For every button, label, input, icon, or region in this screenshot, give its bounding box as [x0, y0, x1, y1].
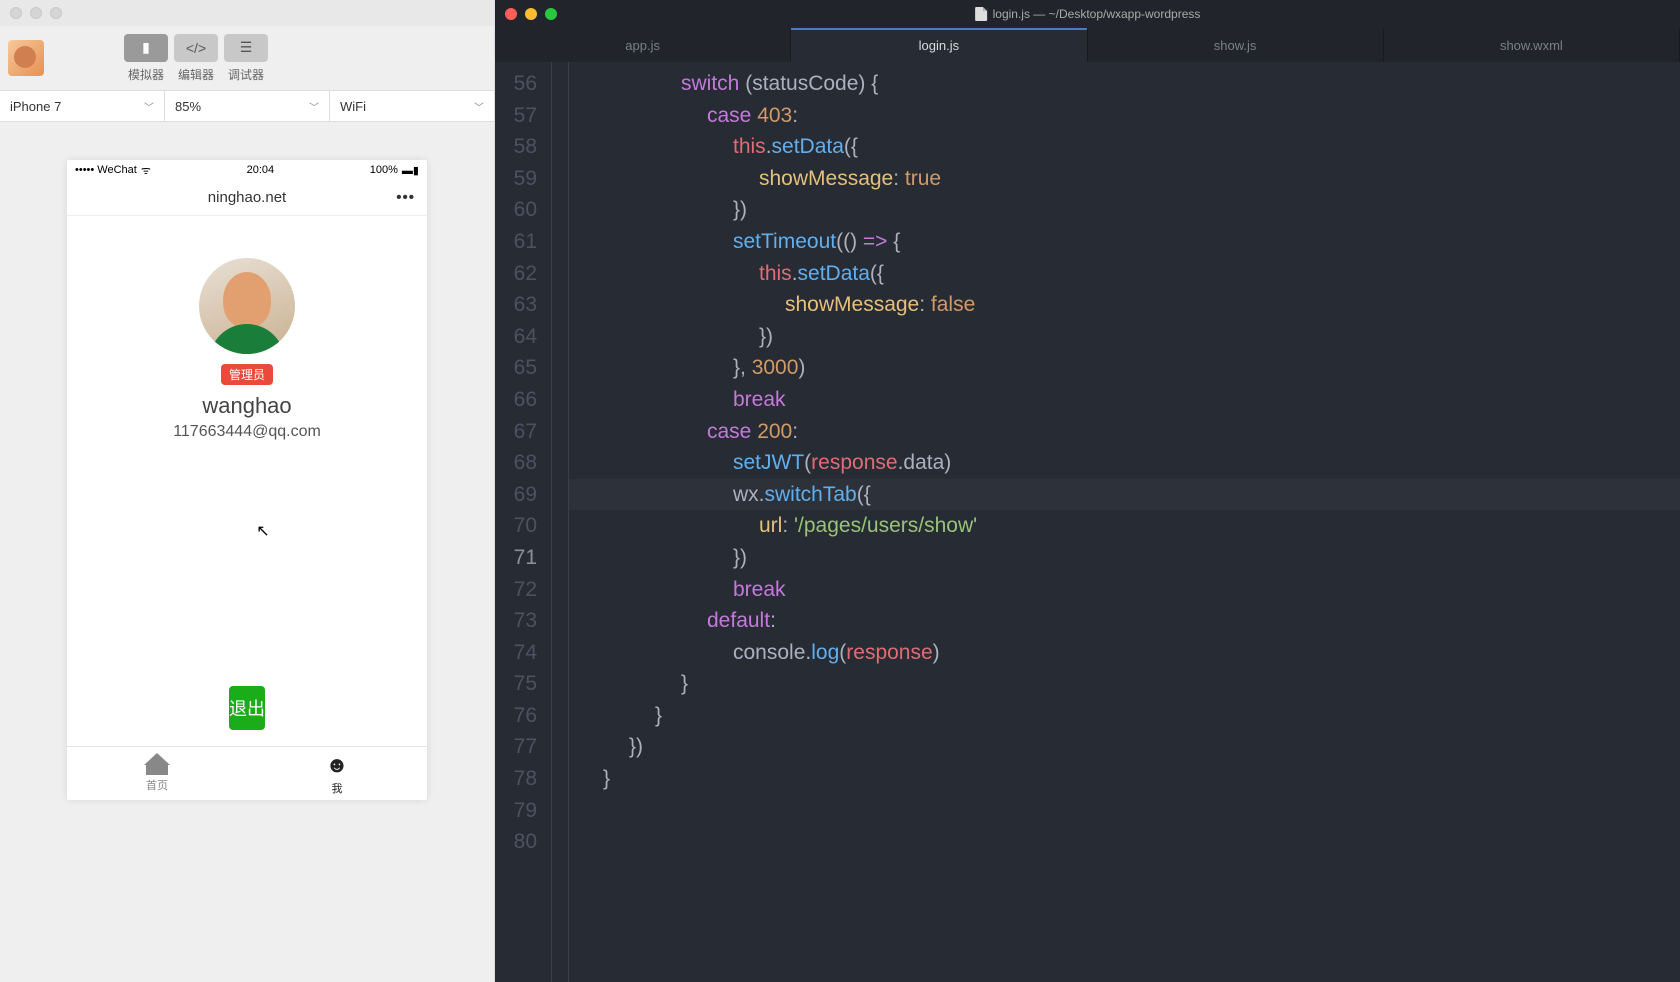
chevron-down-icon: ﹀ — [144, 99, 154, 114]
username-text: wanghao — [202, 393, 291, 419]
phone-frame: ••••• WeChat ᯤ 20:04 100% ▬▮ ninghao.net •… — [67, 160, 427, 800]
tab-me-label: 我 — [332, 780, 343, 796]
devtools-toolbar: ▮ 模拟器 </> 编辑器 ☰ 调试器 — [0, 26, 494, 90]
editor-mode-button[interactable]: </> 编辑器 — [174, 34, 218, 83]
device-select-value: iPhone 7 — [10, 99, 61, 114]
zoom-traffic-light[interactable] — [545, 8, 557, 20]
zoom-traffic-light[interactable] — [50, 7, 62, 19]
tab-home-label: 首页 — [146, 777, 168, 793]
phone-icon: ▮ — [124, 34, 168, 62]
chevron-down-icon: ﹀ — [474, 99, 484, 114]
phone-content: 管理员 wanghao 117663444@qq.com ↖ 退出 — [67, 216, 427, 746]
file-icon — [975, 7, 987, 21]
email-text: 117663444@qq.com — [173, 423, 321, 441]
code-content[interactable]: switch (statusCode) {case 403:this.setDa… — [569, 62, 1680, 982]
editor-tab-show-wxml[interactable]: show.wxml — [1384, 28, 1680, 62]
wechat-devtools-window: ▮ 模拟器 </> 编辑器 ☰ 调试器 iPhone 7 ﹀ 85% ﹀ WiFi ﹀… — [0, 0, 495, 982]
editor-tab-app-js[interactable]: app.js — [495, 28, 791, 62]
window-title: login.js — ~/Desktop/wxapp-wordpress — [975, 7, 1201, 21]
person-icon: ☻ — [325, 752, 348, 778]
close-traffic-light[interactable] — [505, 8, 517, 20]
editor-tab-show-js[interactable]: show.js — [1088, 28, 1384, 62]
debugger-label: 调试器 — [228, 66, 264, 83]
phone-nav-bar: ninghao.net ••• — [67, 180, 427, 216]
editor-label: 编辑器 — [178, 66, 214, 83]
user-avatar-thumb[interactable] — [8, 40, 44, 76]
more-icon[interactable]: ••• — [396, 189, 415, 206]
code-icon: </> — [174, 34, 218, 62]
mouse-cursor-icon: ↖ — [256, 521, 269, 541]
editor-tab-login-js[interactable]: login.js — [791, 28, 1087, 62]
network-select[interactable]: WiFi ﹀ — [330, 91, 494, 121]
role-badge: 管理员 — [221, 364, 273, 385]
chevron-down-icon: ﹀ — [309, 99, 319, 114]
wifi-icon: ᯤ — [141, 163, 151, 178]
minimize-traffic-light[interactable] — [525, 8, 537, 20]
editor-tabs: app.jslogin.jsshow.jsshow.wxml — [495, 28, 1680, 62]
window-title-text: login.js — ~/Desktop/wxapp-wordpress — [993, 7, 1201, 21]
clock-text: 20:04 — [247, 164, 275, 176]
fold-column — [551, 62, 569, 982]
logout-button[interactable]: 退出 — [229, 686, 265, 730]
user-avatar[interactable] — [199, 258, 295, 354]
debugger-mode-button[interactable]: ☰ 调试器 — [224, 34, 268, 83]
device-select[interactable]: iPhone 7 ﹀ — [0, 91, 165, 121]
home-icon — [146, 755, 168, 775]
battery-icon: ▬▮ — [402, 164, 419, 177]
simulator-mode-button[interactable]: ▮ 模拟器 — [124, 34, 168, 83]
network-select-value: WiFi — [340, 99, 366, 114]
sliders-icon: ☰ — [224, 34, 268, 62]
zoom-select[interactable]: 85% ﹀ — [165, 91, 330, 121]
code-editor[interactable]: 5657585960616263646566676869707172737475… — [495, 62, 1680, 982]
line-number-gutter: 5657585960616263646566676869707172737475… — [495, 62, 551, 982]
carrier-text: ••••• WeChat — [75, 164, 137, 176]
phone-tabbar: 首页 ☻ 我 — [67, 746, 427, 800]
tab-home[interactable]: 首页 — [67, 747, 247, 800]
battery-text: 100% — [370, 164, 398, 176]
zoom-select-value: 85% — [175, 99, 201, 114]
code-editor-window: login.js — ~/Desktop/wxapp-wordpress app… — [495, 0, 1680, 982]
simulator-viewport: ••••• WeChat ᯤ 20:04 100% ▬▮ ninghao.net •… — [0, 122, 494, 982]
simulator-label: 模拟器 — [128, 66, 164, 83]
devtools-titlebar — [0, 0, 494, 26]
phone-status-bar: ••••• WeChat ᯤ 20:04 100% ▬▮ — [67, 160, 427, 180]
close-traffic-light[interactable] — [10, 7, 22, 19]
tab-me[interactable]: ☻ 我 — [247, 747, 427, 800]
editor-titlebar: login.js — ~/Desktop/wxapp-wordpress — [495, 0, 1680, 28]
minimize-traffic-light[interactable] — [30, 7, 42, 19]
page-title: ninghao.net — [208, 189, 286, 206]
simulator-options-row: iPhone 7 ﹀ 85% ﹀ WiFi ﹀ — [0, 90, 494, 122]
